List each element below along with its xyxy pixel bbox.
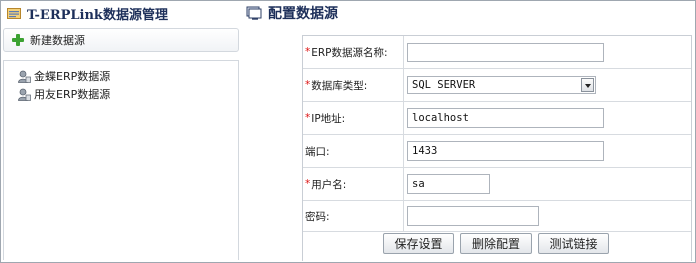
dbtype-selected-value: SQL SERVER <box>412 79 476 91</box>
form-row-port: 端口: 1433 <box>303 135 691 168</box>
username-input[interactable]: sa <box>407 174 490 194</box>
field-label-text: 密码: <box>305 210 330 223</box>
form-row-name: * ERP数据源名称: <box>303 36 691 69</box>
user-db-icon <box>18 88 31 101</box>
field-label-text: IP地址: <box>311 112 346 125</box>
datasource-name-input[interactable] <box>407 43 604 62</box>
tree-item-yonyou[interactable]: 用友ERP数据源 <box>18 85 238 103</box>
tree-item-label: 金蝶ERP数据源 <box>34 70 111 83</box>
datasource-tree: 金蝶ERP数据源 用友ERP数据源 <box>3 60 239 260</box>
field-label-username: * 用户名: <box>303 168 404 200</box>
monitor-icon <box>246 6 262 20</box>
required-mark: * <box>305 46 311 58</box>
field-label-dbtype: * 数据库类型: <box>303 69 404 101</box>
dbtype-select[interactable]: SQL SERVER <box>407 76 596 94</box>
field-label-text: 用户名: <box>311 178 347 191</box>
field-label-text: 端口: <box>305 145 330 158</box>
plus-icon <box>12 34 24 46</box>
required-mark: * <box>305 112 311 124</box>
field-label-text: ERP数据源名称: <box>311 46 388 59</box>
datasource-form: * ERP数据源名称: * 数据库类型: SQL SERVER * IP地址: … <box>302 35 692 261</box>
left-panel-header: T-ERPLink数据源管理 <box>1 1 239 25</box>
right-panel-title: 配置数据源 <box>268 6 338 22</box>
user-db-icon <box>18 70 31 83</box>
required-mark: * <box>305 178 311 190</box>
chevron-down-icon[interactable] <box>581 78 594 92</box>
delete-config-button[interactable]: 删除配置 <box>460 233 532 254</box>
new-datasource-label: 新建数据源 <box>30 34 85 47</box>
test-connection-button[interactable]: 测试链接 <box>538 233 609 254</box>
save-settings-button[interactable]: 保存设置 <box>383 233 454 254</box>
form-row-dbtype: * 数据库类型: SQL SERVER <box>303 69 691 102</box>
field-label-port: 端口: <box>303 135 404 167</box>
folder-list-icon <box>7 8 21 19</box>
tree-item-label: 用友ERP数据源 <box>34 88 111 101</box>
password-input[interactable] <box>407 206 539 226</box>
field-label-ip: * IP地址: <box>303 102 404 134</box>
port-input[interactable]: 1433 <box>407 141 604 161</box>
right-panel-header: 配置数据源 <box>246 1 686 25</box>
form-row-ip: * IP地址: localhost <box>303 102 691 135</box>
left-panel-title: T-ERPLink数据源管理 <box>27 7 168 23</box>
field-label-name: * ERP数据源名称: <box>303 36 404 68</box>
new-datasource-button[interactable]: 新建数据源 <box>3 28 239 52</box>
ip-address-input[interactable]: localhost <box>407 108 604 128</box>
required-mark: * <box>305 79 311 91</box>
form-row-username: * 用户名: sa <box>303 168 691 201</box>
field-label-password: 密码: <box>303 201 404 231</box>
field-label-text: 数据库类型: <box>311 79 368 92</box>
form-row-password: 密码: <box>303 201 691 232</box>
tree-item-kingdee[interactable]: 金蝶ERP数据源 <box>18 67 238 85</box>
